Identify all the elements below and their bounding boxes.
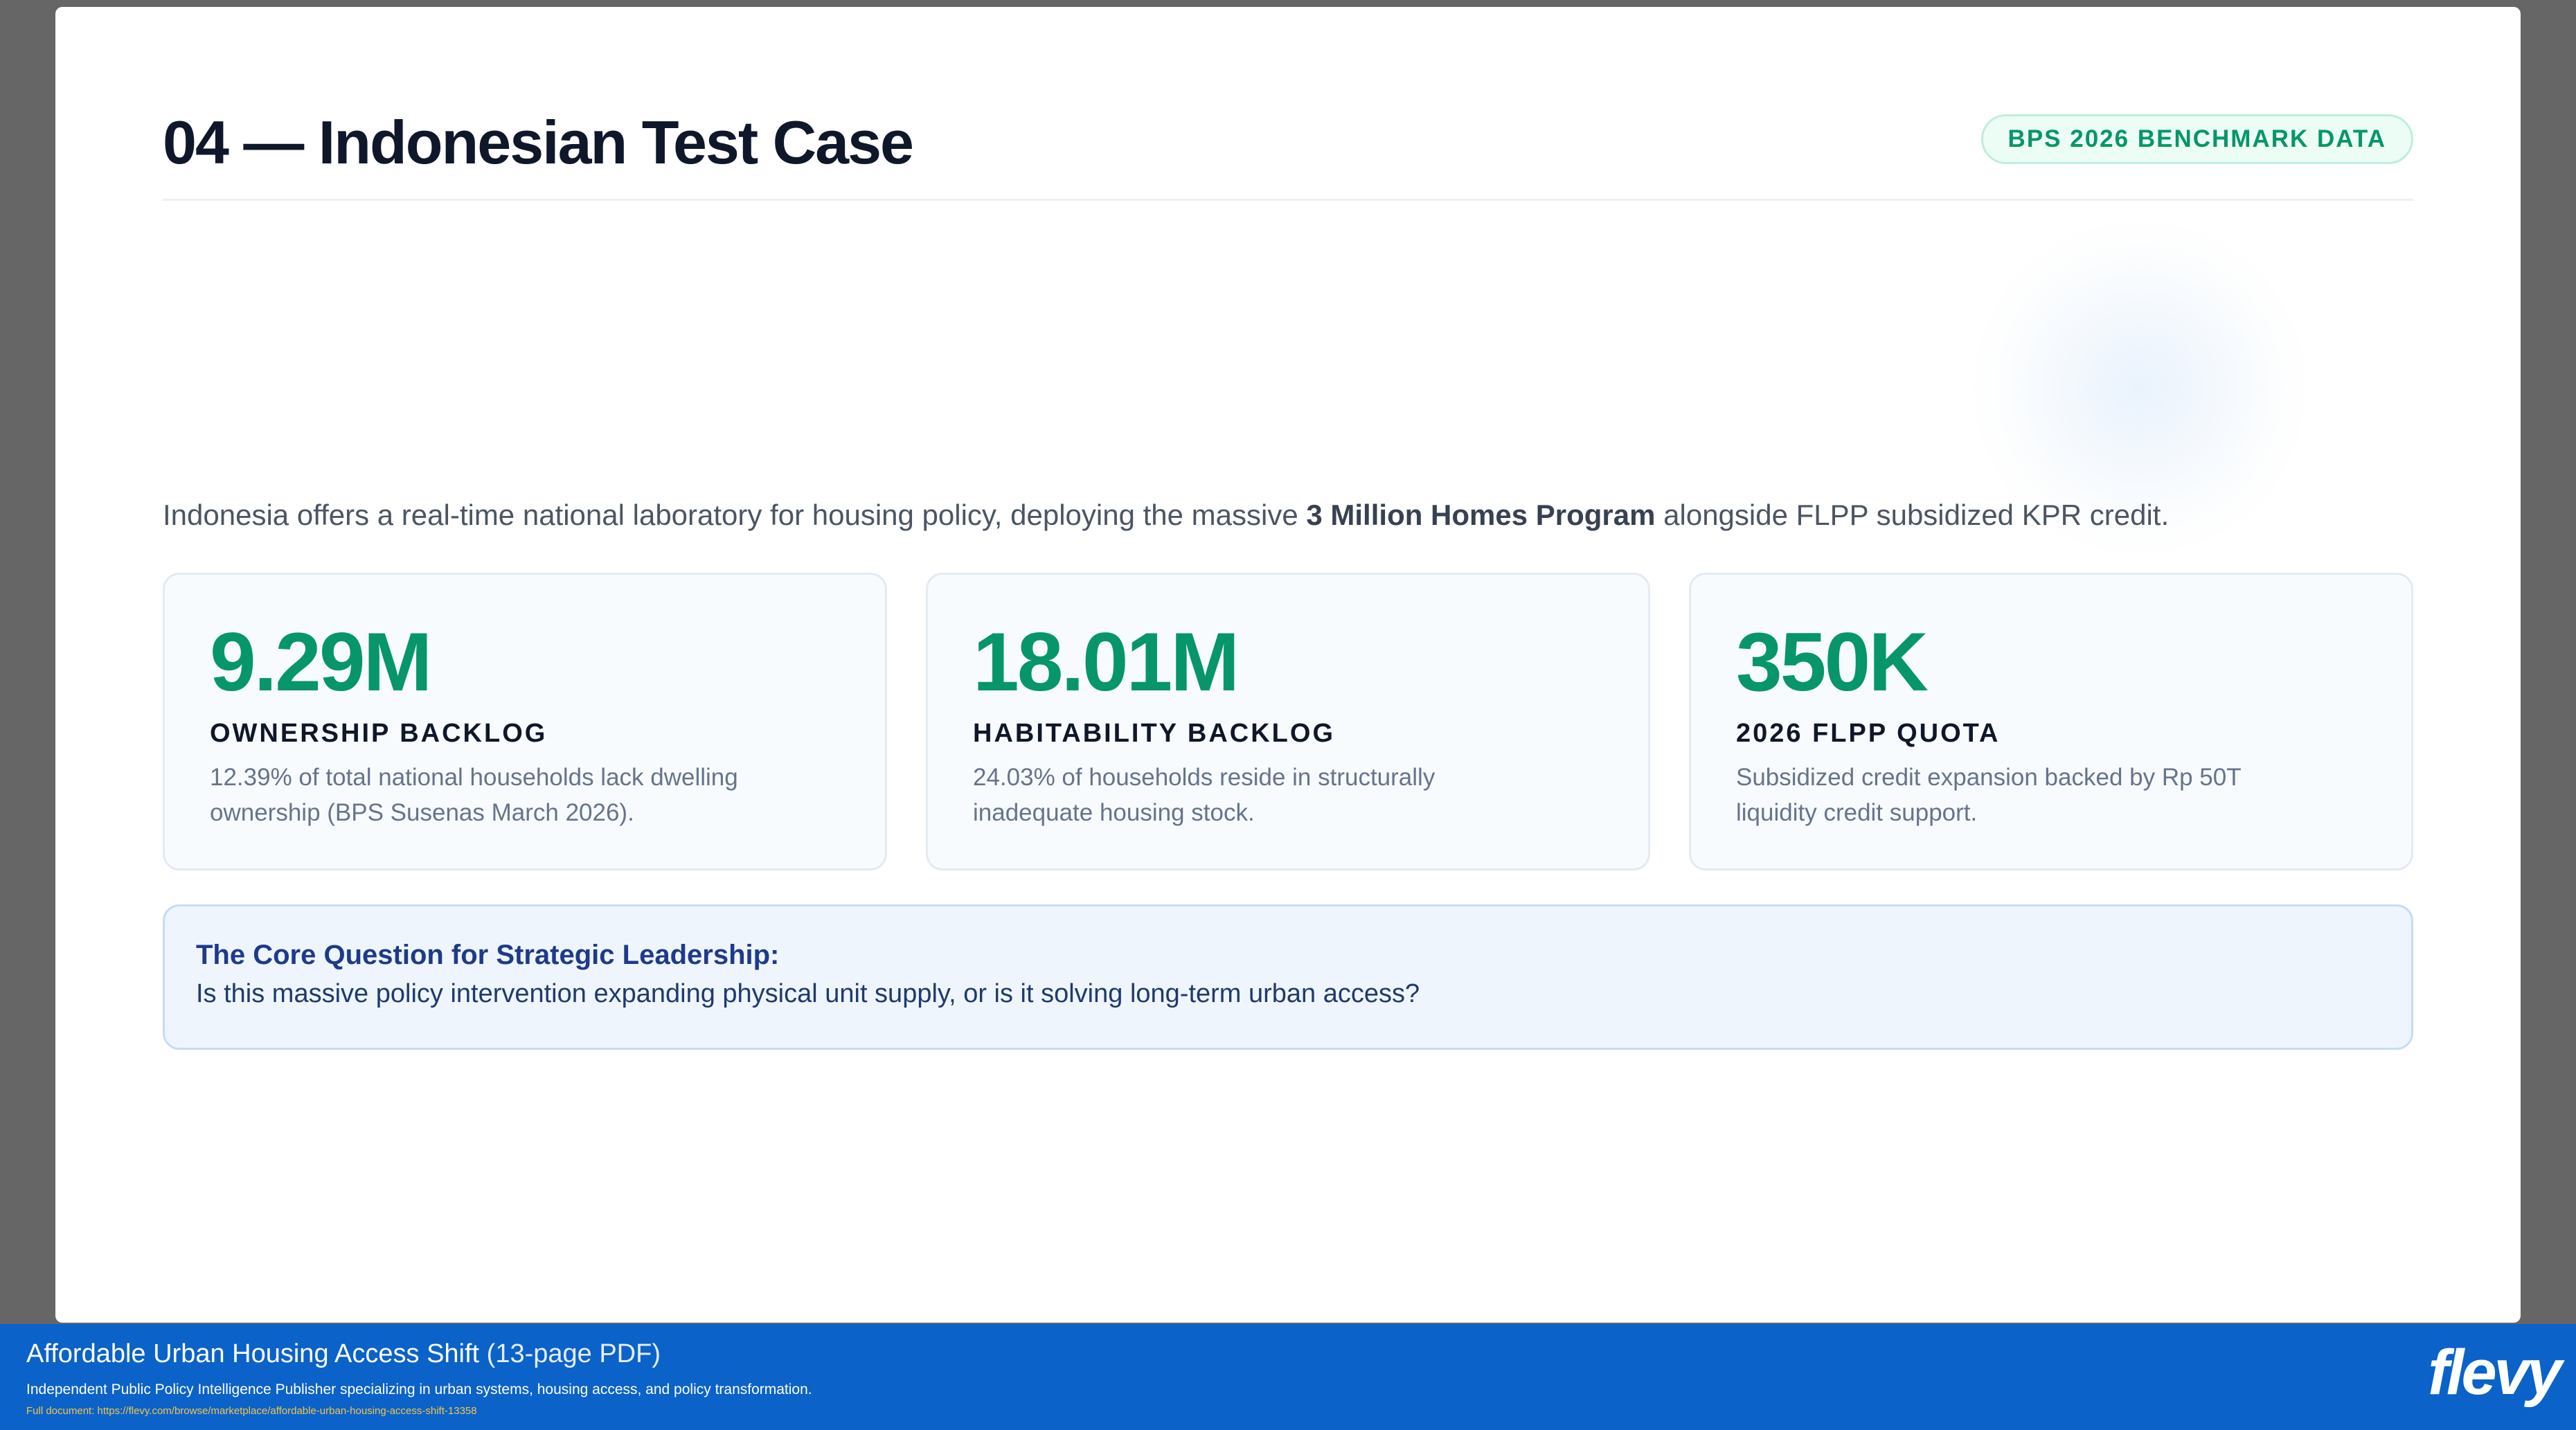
core-question-callout: The Core Question for Strategic Leadersh… bbox=[163, 904, 2413, 1050]
stat-card-ownership: 9.29M OWNERSHIP BACKLOG 12.39% of total … bbox=[163, 573, 887, 870]
callout-text: Is this massive policy intervention expa… bbox=[196, 979, 1420, 1008]
stat-description: 24.03% of households reside in structura… bbox=[973, 760, 1610, 831]
flevy-logo[interactable]: flevy bbox=[2428, 1341, 2562, 1404]
stat-cards: 9.29M OWNERSHIP BACKLOG 12.39% of total … bbox=[163, 573, 2413, 870]
document-link[interactable]: Full document: https://flevy.com/browse/… bbox=[26, 1405, 477, 1417]
page-title: 04 — Indonesian Test Case bbox=[163, 108, 914, 177]
page-count: (13-page PDF) bbox=[486, 1339, 661, 1368]
stat-description: Subsidized credit expansion backed by Rp… bbox=[1736, 760, 2373, 831]
callout-title: The Core Question for Strategic Leadersh… bbox=[196, 940, 780, 970]
document-name: Affordable Urban Housing Access Shift bbox=[26, 1339, 480, 1368]
document-footer-banner[interactable]: Affordable Urban Housing Access Shift (1… bbox=[0, 1324, 2576, 1430]
stat-description: 12.39% of total national households lack… bbox=[210, 760, 847, 831]
intro-text-before: Indonesia offers a real-time national la… bbox=[163, 499, 1307, 531]
publisher-description: Independent Public Policy Intelligence P… bbox=[26, 1382, 812, 1397]
document-title[interactable]: Affordable Urban Housing Access Shift (1… bbox=[26, 1339, 661, 1369]
intro-paragraph: Indonesia offers a real-time national la… bbox=[163, 495, 2448, 536]
stat-label: 2026 FLPP QUOTA bbox=[1736, 719, 2001, 748]
stat-label: OWNERSHIP BACKLOG bbox=[210, 719, 548, 748]
stat-value: 9.29M bbox=[210, 616, 433, 708]
slide-header: 04 — Indonesian Test Case BPS 2026 BENCH… bbox=[163, 93, 2413, 201]
stat-description-line: ownership (BPS Susenas March 2026). bbox=[210, 798, 634, 826]
stat-card-flpp-quota: 350K 2026 FLPP QUOTA Subsidized credit e… bbox=[1689, 573, 2413, 870]
stat-label: HABITABILITY BACKLOG bbox=[973, 719, 1336, 748]
stat-description-line: 24.03% of households reside in structura… bbox=[973, 764, 1435, 791]
intro-text-after: alongside FLPP subsidized KPR credit. bbox=[1655, 499, 2170, 531]
intro-highlight: 3 Million Homes Program bbox=[1306, 499, 1656, 531]
stat-card-habitability: 18.01M HABITABILITY BACKLOG 24.03% of ho… bbox=[926, 573, 1650, 870]
stat-value: 18.01M bbox=[973, 616, 1240, 708]
slide: 04 — Indonesian Test Case BPS 2026 BENCH… bbox=[55, 7, 2521, 1323]
stat-description-line: Subsidized credit expansion backed by Rp… bbox=[1736, 764, 2242, 791]
stat-description-line: liquidity credit support. bbox=[1736, 798, 1978, 826]
stat-description-line: 12.39% of total national households lack… bbox=[210, 764, 738, 791]
benchmark-badge: BPS 2026 BENCHMARK DATA bbox=[1980, 114, 2413, 164]
stat-value: 350K bbox=[1736, 616, 1929, 708]
stat-description-line: inadequate housing stock. bbox=[973, 798, 1255, 826]
